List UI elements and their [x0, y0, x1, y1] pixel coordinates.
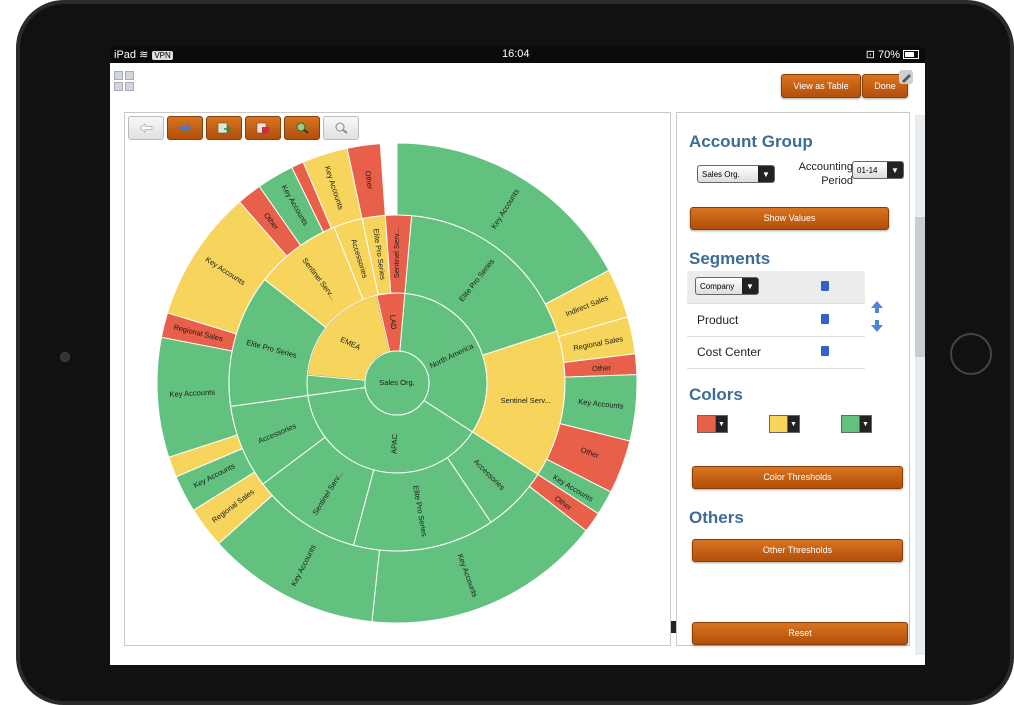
- label-apac: APAC: [390, 433, 400, 454]
- show-values-button[interactable]: Show Values: [690, 207, 889, 230]
- company-dropdown[interactable]: Company ▼: [695, 277, 759, 295]
- device-name: iPad: [114, 49, 137, 61]
- arrow-down-icon[interactable]: [870, 319, 884, 333]
- home-button[interactable]: [950, 333, 992, 375]
- chevron-down-icon[interactable]: ▼: [787, 415, 800, 433]
- lock-icon: ⊡: [865, 49, 875, 61]
- camera: [60, 352, 70, 362]
- info-icon[interactable]: [821, 281, 829, 291]
- chevron-down-icon: ▼: [758, 166, 774, 182]
- screen: iPad ≋ VPN 16:04 ⊡ 70% View as Table Done…: [110, 47, 925, 665]
- segment-row-company[interactable]: Company ▼: [687, 271, 865, 304]
- pencil-icon[interactable]: [896, 67, 916, 87]
- info-icon[interactable]: [821, 314, 829, 324]
- account-group-title: Account Group: [689, 132, 813, 151]
- battery-percent: 70%: [877, 49, 900, 61]
- chevron-down-icon[interactable]: ▼: [859, 415, 872, 433]
- chevron-down-icon[interactable]: ▼: [715, 415, 728, 433]
- chevron-down-icon: ▼: [887, 162, 903, 178]
- accounting-period-label-line1: Accounting: [798, 161, 853, 173]
- segment-label-product: Product: [697, 313, 739, 327]
- wifi-icon: ≋: [139, 49, 149, 61]
- segment-row-cost-center[interactable]: Cost Center: [687, 336, 865, 369]
- arrow-up-icon[interactable]: [870, 300, 884, 314]
- label-na-sentinel: Sentinel Serv...: [501, 396, 551, 405]
- segment-label-cost-center: Cost Center: [697, 345, 762, 359]
- segment-row-product[interactable]: Product: [687, 304, 865, 337]
- battery-icon: [903, 50, 919, 59]
- accounting-period-dropdown[interactable]: 01-14 ▼: [852, 161, 904, 179]
- status-right: ⊡ 70%: [866, 48, 919, 61]
- vpn-badge: VPN: [152, 51, 173, 60]
- other-thresholds-button[interactable]: Other Thresholds: [692, 539, 903, 562]
- sunburst-chart[interactable]: Sales Org.North AmericaAPACEMEALADElite …: [125, 113, 670, 645]
- account-group-dropdown[interactable]: Sales Org. ▼: [697, 165, 775, 183]
- label-lad: LAD: [388, 315, 398, 331]
- info-icon[interactable]: [821, 346, 829, 356]
- color-swatch-yellow[interactable]: [769, 415, 789, 433]
- label-lad-sentinel: Sentinel Serv...: [392, 228, 401, 278]
- status-left: iPad ≋ VPN: [114, 48, 173, 61]
- accounting-period-label-line2: Period: [821, 175, 853, 187]
- chevron-down-icon: ▼: [742, 278, 758, 294]
- account-group-value: Sales Org.: [702, 169, 740, 179]
- color-thresholds-button[interactable]: Color Thresholds: [692, 466, 903, 489]
- segments-title: Segments: [689, 249, 771, 268]
- others-title: Others: [689, 508, 744, 527]
- status-bar: iPad ≋ VPN 16:04 ⊡ 70%: [110, 47, 925, 63]
- company-dropdown-value: Company: [700, 281, 735, 291]
- color-swatch-red[interactable]: [697, 415, 717, 433]
- grid-menu-icon[interactable]: [114, 71, 134, 91]
- label-root: Sales Org.: [379, 378, 414, 387]
- chart-panel: Sales Org. North America APAC EMEA LAD Elite …: [124, 112, 671, 646]
- scrollbar-thumb[interactable]: [915, 217, 925, 357]
- colors-title: Colors: [689, 385, 743, 404]
- label-na-other: Other: [592, 363, 612, 373]
- color-swatch-green[interactable]: [841, 415, 861, 433]
- view-as-table-button[interactable]: View as Table: [781, 74, 861, 98]
- reset-button[interactable]: Reset: [692, 622, 908, 645]
- scrollbar[interactable]: [915, 115, 925, 655]
- accounting-period-label: Accounting Period: [787, 160, 853, 188]
- settings-panel: Account Group Sales Org. ▼ Accounting Pe…: [676, 112, 910, 646]
- accounting-period-value: 01-14: [857, 165, 878, 175]
- clock: 16:04: [502, 48, 530, 60]
